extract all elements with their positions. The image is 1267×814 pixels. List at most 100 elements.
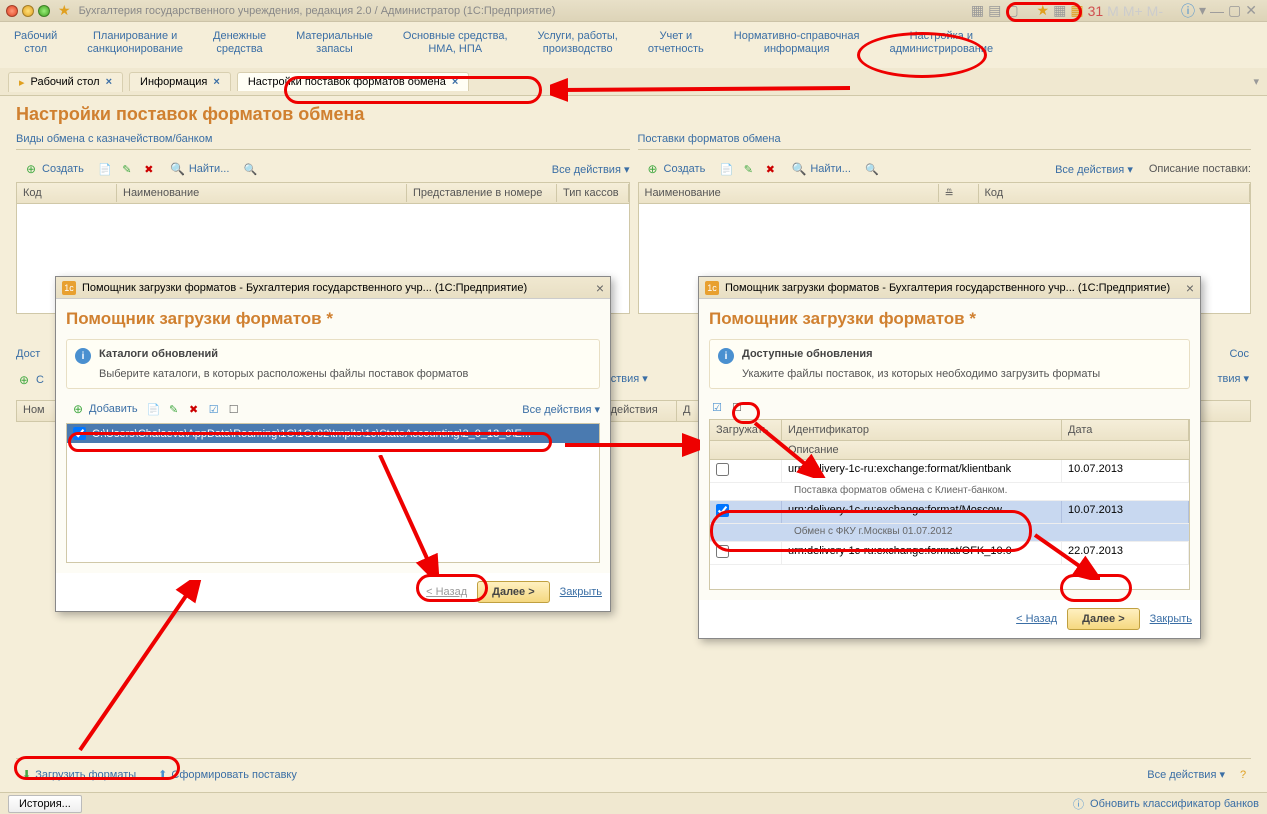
tb-icon[interactable]: ▤ [988, 2, 1001, 19]
window-close-dot[interactable] [6, 5, 18, 17]
add-button[interactable]: ⊕Добавить [66, 399, 142, 419]
menu-materials[interactable]: Материальные запасы [290, 26, 379, 64]
back-link[interactable]: < Назад [426, 586, 467, 598]
tab-desktop[interactable]: ▸ Рабочий стол × [8, 72, 123, 92]
menu-planning[interactable]: Планирование и санкционирование [81, 26, 189, 64]
all-actions[interactable]: Все действия ▾ [522, 403, 600, 416]
clear-find-icon[interactable]: 🔍 [864, 161, 880, 177]
deselect-all-icon[interactable]: ☐ [729, 399, 745, 415]
close-icon[interactable]: ✕ [1245, 2, 1257, 19]
next-button[interactable]: Далее > [1067, 608, 1140, 630]
dialog-close-icon[interactable]: × [1186, 280, 1194, 296]
dialog-updates: 1c Помощник загрузки форматов - Бухгалте… [698, 276, 1201, 639]
tb-m-icon[interactable]: M- [1147, 3, 1163, 19]
edit-icon[interactable]: ✎ [119, 161, 135, 177]
calendar-icon[interactable]: 31 [1088, 3, 1104, 19]
info-icon[interactable]: ⓘ [1181, 1, 1195, 21]
col-type[interactable]: Тип кассов [557, 184, 629, 202]
tb-m-icon[interactable]: M+ [1123, 3, 1143, 19]
select-all-icon[interactable]: ☑ [206, 401, 222, 417]
edit-icon[interactable]: ✎ [740, 161, 756, 177]
col-name[interactable]: Наименование [639, 184, 939, 202]
tab-settings[interactable]: Настройки поставок форматов обмена × [237, 72, 469, 91]
load-formats-button[interactable]: ⬇Загрузить форматы [16, 765, 142, 784]
all-actions[interactable]: Все действия ▾ [552, 163, 630, 176]
all-actions[interactable]: Все действия ▾ [1147, 768, 1225, 781]
tb-icon[interactable]: ▢ [1005, 2, 1018, 19]
window-min-dot[interactable] [22, 5, 34, 17]
tb-icon[interactable]: ▦ [971, 2, 984, 19]
col-id[interactable]: Идентификатор [782, 420, 1062, 440]
star-icon[interactable]: ★ [1037, 2, 1050, 19]
col-load[interactable]: Загружать [710, 420, 782, 440]
calc-icon[interactable]: ▦ [1070, 2, 1083, 19]
tb-m-icon[interactable]: M [1107, 3, 1119, 19]
row-checkbox[interactable] [716, 504, 729, 517]
select-all-icon[interactable]: ☑ [709, 399, 725, 415]
col-repr[interactable]: Представление в номере [407, 184, 557, 202]
menu-accounting[interactable]: Учет и отчетность [642, 26, 710, 64]
col-code[interactable]: Код [17, 184, 117, 202]
tab-close-icon[interactable]: × [213, 76, 219, 88]
menu-money[interactable]: Денежные средства [207, 26, 272, 64]
maximize-icon[interactable]: ▢ [1228, 2, 1241, 19]
find-button[interactable]: 🔍Найти... [163, 158, 237, 180]
tab-info[interactable]: Информация × [129, 72, 231, 91]
menu-services[interactable]: Услуги, работы, производство [532, 26, 624, 64]
col-date[interactable]: Дата [1062, 420, 1189, 440]
form-delivery-button[interactable]: ⬆Сформировать поставку [152, 765, 303, 784]
dropdown-icon[interactable]: ▾ [1199, 2, 1206, 19]
catalog-row[interactable]: C:\Users\Chalaeva\AppData\Roaming\1C\1Cv… [67, 424, 599, 443]
all-actions[interactable]: Все действия ▾ [1055, 163, 1133, 176]
delete-icon[interactable]: ✖ [762, 161, 778, 177]
dialog-close-icon[interactable]: × [596, 280, 604, 296]
tab-close-icon[interactable]: × [452, 76, 458, 88]
close-link[interactable]: Закрыть [1150, 613, 1192, 625]
tabs-more-icon[interactable]: ▾ [1253, 75, 1259, 88]
update-row[interactable]: urn:delivery-1c-ru:exchange:format/Mosco… [710, 501, 1189, 524]
next-button[interactable]: Далее > [477, 581, 550, 603]
update-row[interactable]: urn:delivery-1c-ru:exchange:format/klien… [710, 460, 1189, 483]
history-button[interactable]: История... [8, 795, 82, 813]
updates-grid[interactable]: urn:delivery-1c-ru:exchange:format/klien… [709, 460, 1190, 590]
col-sort[interactable]: ≞ [939, 184, 979, 203]
row-checkbox[interactable] [716, 545, 729, 558]
menu-reference[interactable]: Нормативно-справочная информация [728, 26, 866, 64]
plus-icon[interactable]: ⊕ [16, 372, 32, 388]
menu-desktop[interactable]: Рабочий стол [8, 26, 63, 64]
delete-icon[interactable]: ✖ [141, 161, 157, 177]
dialog-heading: Помощник загрузки форматов * [66, 309, 600, 329]
copy-icon[interactable]: 📄 [97, 161, 113, 177]
tb-icon[interactable]: ▦ [1053, 2, 1066, 19]
col-nom[interactable]: Ном [17, 401, 57, 421]
edit-icon[interactable]: ✎ [166, 401, 182, 417]
find-button[interactable]: 🔍Найти... [784, 158, 858, 180]
row-checkbox[interactable] [716, 463, 729, 476]
create-button[interactable]: ⊕Создать [638, 158, 713, 180]
create-button[interactable]: ⊕Создать [16, 158, 91, 180]
menu-admin[interactable]: Настройка и администрирование [883, 26, 999, 64]
clear-find-icon[interactable]: 🔍 [242, 161, 258, 177]
info-text: Выберите каталоги, в которых расположены… [99, 368, 591, 380]
back-link[interactable]: < Назад [1016, 613, 1057, 625]
info-title: Доступные обновления [742, 348, 873, 360]
menu-assets[interactable]: Основные средства, НМА, НПА [397, 26, 514, 64]
deselect-all-icon[interactable]: ☐ [226, 401, 242, 417]
col-name[interactable]: Наименование [117, 184, 407, 202]
minimize-icon[interactable]: — [1210, 3, 1224, 19]
refresh-classifier[interactable]: ⓘ Обновить классификатор банков [1073, 796, 1259, 812]
tab-close-icon[interactable]: × [106, 76, 112, 88]
help-icon[interactable]: ? [1235, 767, 1251, 783]
close-link[interactable]: Закрыть [560, 586, 602, 598]
tab-label: Информация [140, 76, 207, 88]
col-code[interactable]: Код [979, 184, 1251, 202]
catalog-list[interactable]: C:\Users\Chalaeva\AppData\Roaming\1C\1Cv… [66, 423, 600, 563]
delete-icon[interactable]: ✖ [186, 401, 202, 417]
info-icon: i [75, 348, 91, 364]
update-row[interactable]: urn:delivery-1c-ru:exchange:format/OFK_1… [710, 542, 1189, 565]
favorite-icon[interactable]: ★ [58, 2, 71, 19]
copy-icon[interactable]: 📄 [718, 161, 734, 177]
row-checkbox[interactable] [73, 427, 86, 440]
copy-icon[interactable]: 📄 [146, 401, 162, 417]
window-max-dot[interactable] [38, 5, 50, 17]
